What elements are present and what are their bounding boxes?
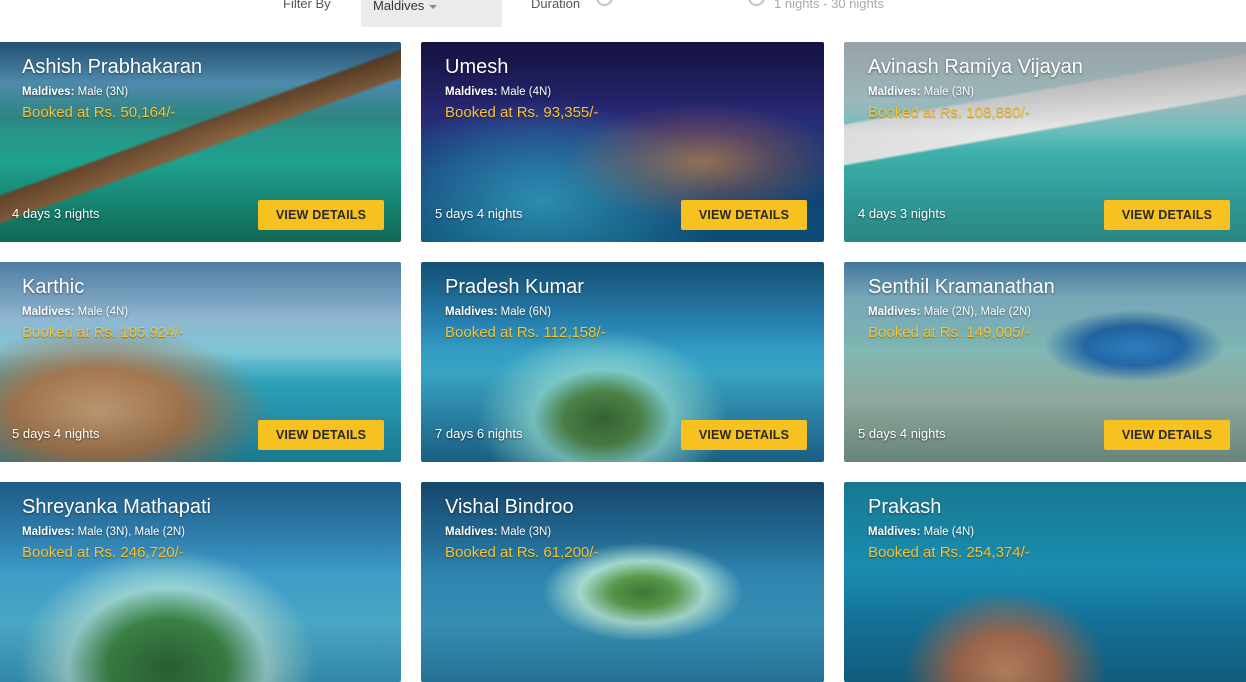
booked-price: Booked at Rs. 149,005/- <box>868 324 1030 341</box>
view-details-button[interactable]: VIEW DETAILS <box>681 200 807 230</box>
traveller-name: Vishal Bindroo <box>445 496 574 518</box>
traveller-name: Avinash Ramiya Vijayan <box>868 56 1083 78</box>
trip-duration: 5 days 4 nights <box>435 206 523 221</box>
booked-price: Booked at Rs. 254,374/- <box>868 544 1030 561</box>
itinerary-line: Maldives: Male (3N) <box>445 526 551 538</box>
view-details-button[interactable]: VIEW DETAILS <box>258 420 384 450</box>
destination-select[interactable]: Maldives <box>361 0 502 27</box>
duration-label: Duration <box>531 0 581 11</box>
destination-label: Maldives: <box>868 306 921 318</box>
trip-card[interactable]: Ashish Prabhakaran Maldives: Male (3N) B… <box>0 42 401 242</box>
trip-duration: 5 days 4 nights <box>858 426 946 441</box>
trip-card[interactable]: Shreyanka Mathapati Maldives: Male (3N),… <box>0 482 401 682</box>
destination-label: Maldives: <box>445 526 498 538</box>
booked-price: Booked at Rs. 61,200/- <box>445 544 599 561</box>
trip-duration: 4 days 3 nights <box>12 206 100 221</box>
trip-card[interactable]: Prakash Maldives: Male (4N) Booked at Rs… <box>844 482 1246 682</box>
booked-price: Booked at Rs. 108,880/- <box>868 104 1030 121</box>
trip-card[interactable]: Avinash Ramiya Vijayan Maldives: Male (3… <box>844 42 1246 242</box>
view-details-button[interactable]: VIEW DETAILS <box>1104 420 1230 450</box>
booked-price: Booked at Rs. 112,158/- <box>445 324 606 341</box>
stay-details: Male (4N) <box>923 526 975 538</box>
itinerary-line: Maldives: Male (6N) <box>445 306 551 318</box>
view-details-button[interactable]: VIEW DETAILS <box>681 420 807 450</box>
duration-slider[interactable] <box>596 0 768 10</box>
view-details-button[interactable]: VIEW DETAILS <box>258 200 384 230</box>
destination-label: Maldives: <box>445 86 498 98</box>
destination-label: Maldives: <box>22 86 75 98</box>
booked-price: Booked at Rs. 93,355/- <box>445 104 599 121</box>
traveller-name: Senthil Kramanathan <box>868 276 1055 298</box>
filter-label: Filter By <box>283 0 331 11</box>
itinerary-line: Maldives: Male (4N) <box>445 86 551 98</box>
trip-card[interactable]: Pradesh Kumar Maldives: Male (6N) Booked… <box>421 262 824 462</box>
itinerary-line: Maldives: Male (4N) <box>22 306 128 318</box>
trip-card[interactable]: Karthic Maldives: Male (4N) Booked at Rs… <box>0 262 401 462</box>
chevron-down-icon <box>429 4 438 9</box>
trip-duration: 5 days 4 nights <box>12 426 100 441</box>
trip-duration: 4 days 3 nights <box>858 206 946 221</box>
trip-card[interactable]: Umesh Maldives: Male (4N) Booked at Rs. … <box>421 42 824 242</box>
stay-details: Male (4N) <box>500 86 552 98</box>
itinerary-line: Maldives: Male (2N), Male (2N) <box>868 306 1031 318</box>
itinerary-line: Maldives: Male (3N) <box>22 86 128 98</box>
traveller-name: Ashish Prabhakaran <box>22 56 203 78</box>
view-details-button[interactable]: VIEW DETAILS <box>1104 200 1230 230</box>
destination-label: Maldives: <box>22 526 75 538</box>
stay-details: Male (6N) <box>500 306 552 318</box>
destination-select-value: Maldives <box>373 0 425 13</box>
booked-price: Booked at Rs. 185,924/- <box>22 324 184 341</box>
trip-card[interactable]: Vishal Bindroo Maldives: Male (3N) Booke… <box>421 482 824 682</box>
trip-card[interactable]: Senthil Kramanathan Maldives: Male (2N),… <box>844 262 1246 462</box>
traveller-name: Umesh <box>445 56 509 78</box>
destination-label: Maldives: <box>445 306 498 318</box>
duration-slider-max-handle[interactable] <box>748 0 765 6</box>
duration-range-text: 1 nights - 30 nights <box>774 0 884 11</box>
traveller-name: Prakash <box>868 496 942 518</box>
stay-details: Male (3N) <box>77 86 129 98</box>
stay-details: Male (2N), Male (2N) <box>923 306 1031 318</box>
stay-details: Male (4N) <box>77 306 129 318</box>
duration-slider-min-handle[interactable] <box>596 0 613 6</box>
traveller-name: Karthic <box>22 276 85 298</box>
destination-label: Maldives: <box>868 526 921 538</box>
itinerary-line: Maldives: Male (3N) <box>868 86 974 98</box>
destination-label: Maldives: <box>868 86 921 98</box>
trip-duration: 7 days 6 nights <box>435 426 523 441</box>
stay-details: Male (3N) <box>500 526 552 538</box>
filter-bar: Filter By Maldives Duration 1 nights - 3… <box>0 0 1246 28</box>
booked-price: Booked at Rs. 50,164/- <box>22 104 176 121</box>
itinerary-line: Maldives: Male (3N), Male (2N) <box>22 526 185 538</box>
booked-price: Booked at Rs. 246,720/- <box>22 544 184 561</box>
stay-details: Male (3N), Male (2N) <box>77 526 185 538</box>
itinerary-line: Maldives: Male (4N) <box>868 526 974 538</box>
stay-details: Male (3N) <box>923 86 975 98</box>
destination-label: Maldives: <box>22 306 75 318</box>
traveller-name: Shreyanka Mathapati <box>22 496 212 518</box>
traveller-name: Pradesh Kumar <box>445 276 584 298</box>
